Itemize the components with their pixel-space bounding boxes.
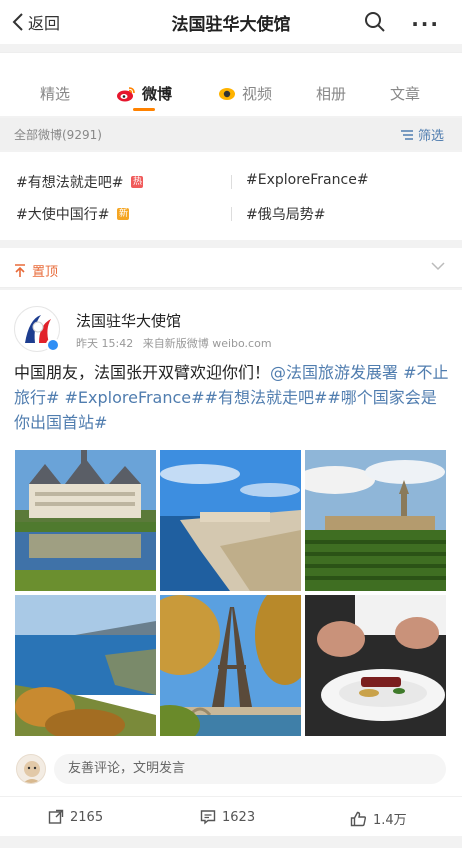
tab-weibo[interactable]: 微博 (116, 83, 172, 104)
post-source: 来自新版微博 weibo.com (142, 337, 272, 350)
post-count: 全部微博(9291) (14, 128, 102, 142)
tab-featured[interactable]: 精选 (40, 83, 70, 104)
new-badge: 新 (117, 208, 130, 220)
repost-count: 2165 (70, 809, 104, 825)
photo-vineyard[interactable] (305, 450, 446, 591)
topic-list: #有想法就走吧# 热 #ExploreFrance# #大使中国行# 新 #俄乌… (0, 152, 462, 240)
filter-bar: 全部微博(9291) 筛选 (0, 118, 462, 150)
user-avatar[interactable] (16, 754, 46, 784)
thumbs-up-icon (350, 811, 367, 826)
photo-dish[interactable] (305, 595, 446, 736)
post-time: 昨天 15:42 (76, 337, 134, 350)
comment-button[interactable]: 1623 (200, 809, 255, 825)
photo-eiffel[interactable] (160, 595, 301, 736)
photo-grid (15, 450, 447, 738)
hot-badge: 热 (131, 176, 144, 188)
search-button[interactable] (364, 11, 386, 37)
pin-icon (15, 263, 25, 277)
pinned-text: 置顶 (32, 265, 59, 280)
topic-item[interactable]: #大使中国行# 新 (16, 204, 130, 224)
divider (231, 175, 232, 189)
repost-icon (48, 809, 64, 824)
comment-row: 友善评论，文明发言 (0, 750, 462, 790)
photo-coast[interactable] (160, 450, 301, 591)
photo-chateau[interactable] (15, 450, 156, 591)
profile-tabs: 精选 微博 视频 相册 文章 (0, 52, 462, 116)
topic-item[interactable]: #ExploreFrance# (246, 172, 369, 188)
filter-label: 筛选 (417, 129, 444, 144)
post-card: 法国驻华大使馆 昨天 15:42 来自新版微博 weibo.com 中国朋友，法… (0, 290, 462, 836)
tab-video[interactable]: 视频 (218, 83, 272, 104)
filter-button[interactable]: 筛选 (400, 125, 444, 144)
top-bar: 返回 法国驻华大使馆 ··· (0, 0, 462, 44)
like-count: 1.4万 (373, 813, 407, 828)
tab-album[interactable]: 相册 (316, 83, 346, 104)
topic-label: #俄乌局势# (246, 207, 326, 223)
active-tab-indicator (133, 108, 155, 111)
comment-input[interactable]: 友善评论，文明发言 (54, 754, 446, 784)
post-text: 中国朋友，法国张开双臂欢迎你们！@法国旅游发展署 #不止旅行# #Explore… (14, 360, 450, 435)
video-icon (219, 87, 235, 100)
tab-label: 相册 (316, 85, 347, 103)
post-meta: 昨天 15:42 来自新版微博 weibo.com (76, 335, 278, 351)
filter-icon (400, 129, 413, 140)
chevron-down-icon[interactable] (430, 260, 446, 272)
tab-label: 文章 (390, 85, 421, 103)
tab-label: 微博 (142, 85, 173, 103)
more-icon[interactable]: ··· (411, 12, 440, 36)
weibo-icon (117, 86, 135, 101)
comment-count: 1623 (222, 809, 256, 825)
topic-item[interactable]: #有想法就走吧# 热 (16, 172, 144, 192)
post-author[interactable]: 法国驻华大使馆 (76, 310, 181, 331)
post-actions: 2165 1623 1.4万 (0, 796, 462, 836)
pinned-section: 置顶 (0, 248, 462, 288)
pinned-label: 置顶 (14, 261, 58, 280)
photo-riviera[interactable] (15, 595, 156, 736)
user-avatar-image (23, 761, 41, 783)
topic-label: #大使中国行# (16, 207, 110, 223)
tab-articles[interactable]: 文章 (390, 83, 420, 104)
repost-button[interactable]: 2165 (48, 809, 103, 825)
tab-label: 视频 (242, 85, 273, 103)
page-title: 法国驻华大使馆 (171, 15, 291, 35)
verified-badge-icon (46, 338, 60, 352)
search-icon (365, 12, 385, 32)
tab-label: 精选 (40, 85, 71, 103)
topic-label: #ExploreFrance# (246, 172, 369, 188)
divider (231, 207, 232, 221)
comment-icon (200, 810, 216, 825)
topic-label: #有想法就走吧# (16, 175, 124, 191)
topic-item[interactable]: #俄乌局势# (246, 204, 325, 224)
like-button[interactable]: 1.4万 (350, 809, 407, 828)
post-text-plain: 中国朋友，法国张开双臂欢迎你们！ (14, 363, 271, 382)
